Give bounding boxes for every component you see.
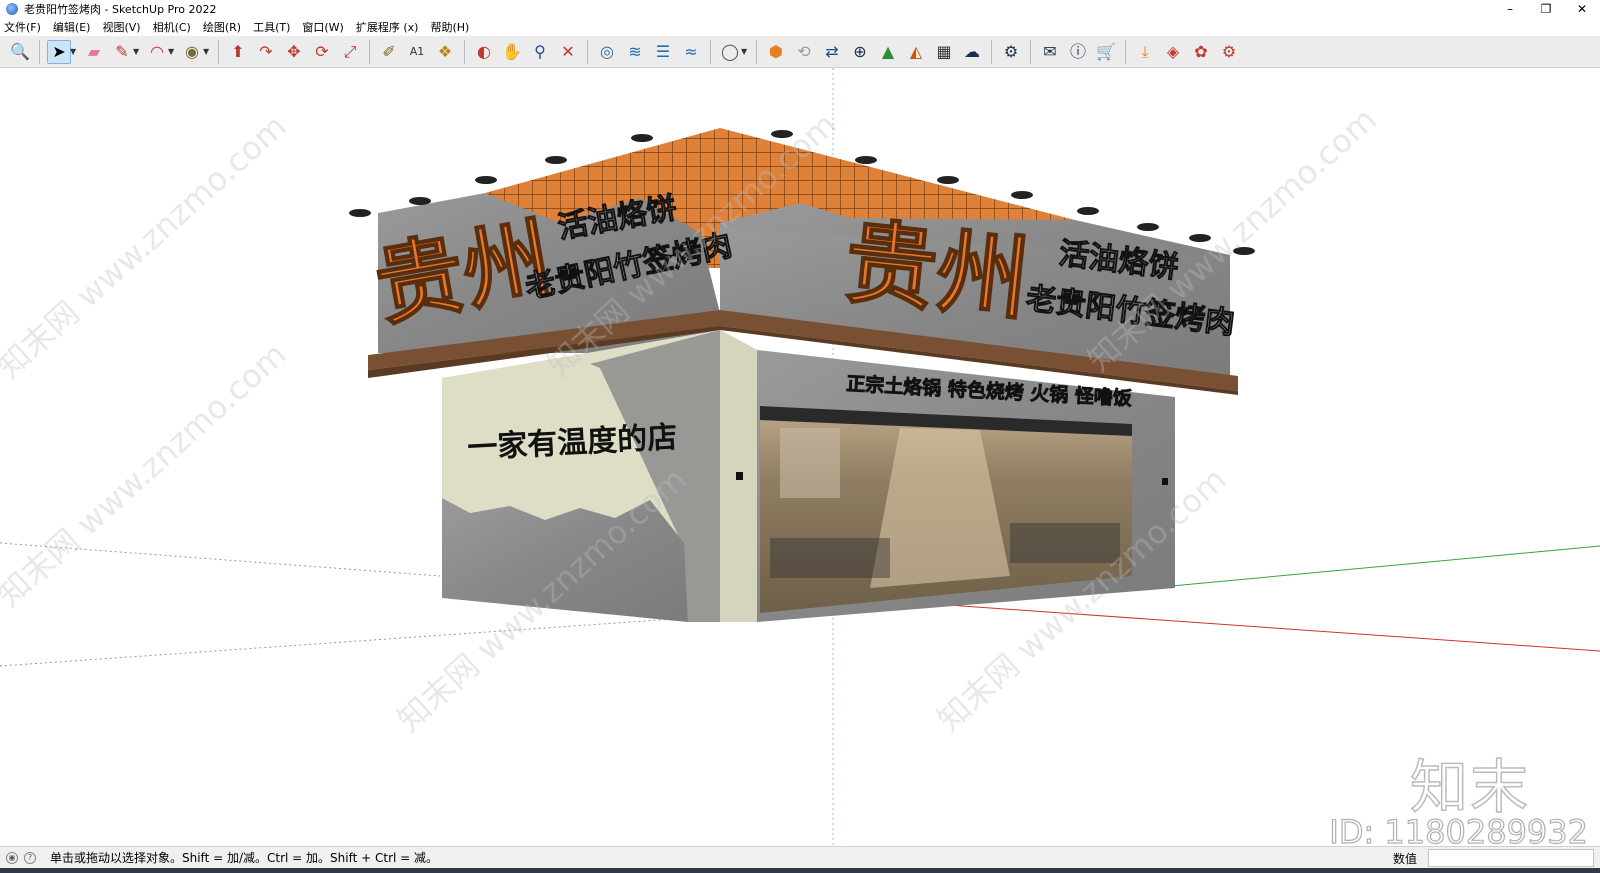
select-icon[interactable]: ➤ xyxy=(47,39,71,64)
plugin-icon[interactable]: ✿ xyxy=(1189,40,1213,64)
svg-text:知末网 www.znzmo.com: 知末网 www.znzmo.com xyxy=(0,107,294,386)
push-pull-icon[interactable]: ⬆ xyxy=(226,40,250,64)
paint-bucket-icon[interactable]: ◉ xyxy=(180,40,204,64)
chevron-down-icon[interactable]: ▼ xyxy=(168,47,178,56)
gear-icon[interactable]: ⚙ xyxy=(1217,40,1241,64)
svg-text:知末网 www.znzmo.com: 知末网 www.znzmo.com xyxy=(0,335,294,614)
menu-help[interactable]: 帮助(H) xyxy=(430,19,469,35)
zoom-extents-icon[interactable]: 🔍 xyxy=(8,40,32,64)
settings-icon[interactable]: ⚙ xyxy=(999,40,1023,64)
mail-icon[interactable]: ✉ xyxy=(1038,40,1062,64)
rotate-icon[interactable]: ⟳ xyxy=(310,40,334,64)
scale-icon[interactable]: ⤢ xyxy=(338,40,362,64)
sign-big-right: 贵州 xyxy=(840,207,1034,334)
close-button[interactable]: ✕ xyxy=(1564,0,1600,18)
terrain-icon[interactable]: ◭ xyxy=(904,40,928,64)
measurements-label: 数值 xyxy=(1393,852,1418,866)
menu-camera[interactable]: 相机(C) xyxy=(153,19,191,35)
tree-icon[interactable]: ▲ xyxy=(876,40,900,64)
layers-icon[interactable]: ☰ xyxy=(651,40,675,64)
refresh-icon[interactable]: ⟲ xyxy=(792,40,816,64)
transfer-icon[interactable]: ⇄ xyxy=(820,40,844,64)
green-axis-dotted xyxy=(0,612,761,667)
cart-icon[interactable]: 🛒 xyxy=(1094,40,1118,64)
status-hint: 单击或拖动以选择对象。Shift = 加/减。Ctrl = 加。Shift + … xyxy=(50,851,439,865)
window-controls: – ❐ ✕ xyxy=(1492,0,1600,18)
chevron-down-icon[interactable]: ▼ xyxy=(741,47,751,56)
zoom-window-icon[interactable]: ✕ xyxy=(556,40,580,64)
model-viewport[interactable]: 贵州 活油烙饼 老贵阳竹签烤肉 贵州 活油烙饼 老贵阳竹签烤肉 一家有温度的店 … xyxy=(0,68,1600,846)
window-title: 老贵阳竹签烤肉 - SketchUp Pro 2022 xyxy=(24,3,217,16)
eraser-icon[interactable]: ▰ xyxy=(82,40,106,64)
menu-draw[interactable]: 绘图(R) xyxy=(203,19,241,35)
geo-location-icon[interactable]: ◉ xyxy=(6,851,18,864)
menu-view[interactable]: 视图(V) xyxy=(102,19,140,35)
main-toolbar: 🔍 ➤ ▼ ▰ ✎ ▼ ◠ ▼ ◉ ▼ ⬆ ↷ ✥ ⟳ ⤢ ✐ A1 ❖ ◐ ✋ ⚲ ✕… xyxy=(0,36,1600,68)
pan-icon[interactable]: ✋ xyxy=(500,40,524,64)
follow-me-icon[interactable]: ↷ xyxy=(254,40,278,64)
menu-file[interactable]: 文件(F) xyxy=(4,19,41,35)
taskbar-strip xyxy=(0,868,1600,873)
zoom-icon[interactable]: ⚲ xyxy=(528,40,552,64)
status-bar: ◉ ? 单击或拖动以选择对象。Shift = 加/减。Ctrl = 加。Shif… xyxy=(0,846,1600,868)
model-id: ID: 1180289932 xyxy=(1329,812,1589,846)
text-icon[interactable]: A1 xyxy=(405,40,429,64)
scene-svg: 贵州 活油烙饼 老贵阳竹签烤肉 贵州 活油烙饼 老贵阳竹签烤肉 一家有温度的店 … xyxy=(0,68,1600,846)
paint-icon[interactable]: ❖ xyxy=(433,40,457,64)
styles-icon[interactable]: ≈ xyxy=(679,40,703,64)
move-icon[interactable]: ✥ xyxy=(282,40,306,64)
menu-extensions[interactable]: 扩展程序 (x) xyxy=(356,19,419,35)
restore-button[interactable]: ❐ xyxy=(1528,0,1564,18)
cloud-icon[interactable]: ☁ xyxy=(960,40,984,64)
menu-bar: 文件(F) 编辑(E) 视图(V) 相机(C) 绘图(R) 工具(T) 窗口(W… xyxy=(0,18,1600,36)
import-icon[interactable]: ⤓ xyxy=(1133,40,1157,64)
add-icon[interactable]: ⊕ xyxy=(848,40,872,64)
menu-window[interactable]: 窗口(W) xyxy=(302,19,343,35)
arc-icon[interactable]: ◠ xyxy=(145,40,169,64)
chevron-down-icon[interactable]: ▼ xyxy=(70,47,80,56)
info-icon[interactable]: ⓘ xyxy=(1066,40,1090,64)
chevron-down-icon[interactable]: ▼ xyxy=(203,47,213,56)
orbit-icon[interactable]: ◐ xyxy=(472,40,496,64)
account-icon[interactable]: ◯ xyxy=(718,40,742,64)
section-plane-icon[interactable]: ◎ xyxy=(595,40,619,64)
stack-icon[interactable]: ◈ xyxy=(1161,40,1185,64)
chevron-down-icon[interactable]: ▼ xyxy=(133,47,143,56)
sketchup-logo-icon xyxy=(6,3,18,15)
tape-measure-icon[interactable]: ✐ xyxy=(377,40,401,64)
menu-edit[interactable]: 编辑(E) xyxy=(53,19,91,35)
minimize-button[interactable]: – xyxy=(1492,0,1528,18)
pencil-line-icon[interactable]: ✎ xyxy=(110,40,134,64)
measurements-input[interactable] xyxy=(1428,849,1594,867)
help-icon[interactable]: ? xyxy=(24,851,36,864)
menu-tools[interactable]: 工具(T) xyxy=(253,19,290,35)
warehouse-icon[interactable]: ⬢ xyxy=(764,40,788,64)
checker-icon[interactable]: ▦ xyxy=(932,40,956,64)
znzmo-logo: 知末 xyxy=(1409,752,1530,822)
title-bar: 老贵阳竹签烤肉 - SketchUp Pro 2022 – ❐ ✕ xyxy=(0,0,1600,18)
green-axis xyxy=(1149,545,1600,589)
hide-icon[interactable]: ≋ xyxy=(623,40,647,64)
